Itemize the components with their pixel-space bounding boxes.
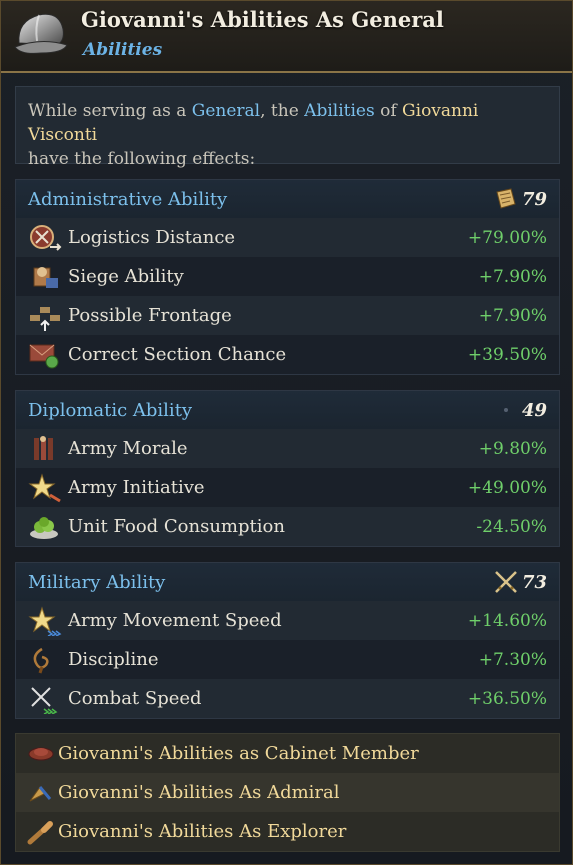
related-links: Giovanni's Abilities as Cabinet Member G… — [15, 733, 560, 852]
morale-icon — [34, 436, 53, 460]
abilities-link[interactable]: Abilities — [304, 101, 375, 121]
intro-part3: of — [374, 101, 403, 121]
row-value: -24.50% — [476, 517, 547, 537]
row-value: +7.30% — [478, 650, 547, 670]
combat-swords-icon — [31, 687, 58, 714]
food-icon — [30, 517, 58, 539]
row-combat-speed: Combat Speed +36.50% — [16, 679, 559, 718]
link-explorer[interactable]: Giovanni's Abilities As Explorer — [16, 812, 559, 851]
row-label: Army Initiative — [68, 477, 205, 498]
row-label: Correct Section Chance — [68, 344, 287, 365]
link-label: Giovanni's Abilities As Explorer — [58, 821, 347, 842]
row-value: +49.00% — [467, 478, 547, 498]
row-value: +79.00% — [467, 228, 547, 248]
section-title: Diplomatic Ability — [28, 400, 193, 421]
movement-star-icon — [28, 606, 62, 636]
row-label: Possible Frontage — [68, 305, 232, 326]
row-logistics-distance: Logistics Distance +79.00% — [16, 218, 559, 257]
row-value: +9.80% — [478, 439, 547, 459]
link-label: Giovanni's Abilities as Cabinet Member — [58, 743, 419, 764]
section-value: 79 — [521, 189, 547, 210]
intro-part2: , the — [260, 101, 305, 121]
section-administrative: Administrative Ability 79 Logistics Dist… — [15, 179, 560, 375]
row-label: Combat Speed — [68, 688, 202, 709]
diplomacy-icon — [504, 408, 508, 412]
admiral-icon — [29, 786, 52, 802]
row-label: Logistics Distance — [68, 227, 236, 248]
logistics-icon — [30, 225, 62, 251]
initiative-star-icon — [28, 473, 61, 503]
row-army-morale: Army Morale +9.80% — [16, 429, 559, 468]
window-title: Giovanni's Abilities As General — [81, 7, 444, 32]
row-siege-ability: Siege Ability +7.90% — [16, 257, 559, 296]
row-correct-section-chance: Correct Section Chance +39.50% — [16, 335, 559, 374]
section-title: Military Ability — [28, 572, 166, 593]
scroll-icon — [496, 188, 516, 209]
section-header: Administrative Ability 79 — [16, 180, 559, 218]
siege-icon — [33, 267, 58, 288]
spyglass-icon — [27, 821, 53, 845]
row-value: +36.50% — [467, 689, 547, 709]
row-value: +7.90% — [478, 306, 547, 326]
section-header: Military Ability 73 — [16, 563, 559, 601]
row-value: +7.90% — [478, 267, 547, 287]
row-value: +14.60% — [467, 611, 547, 631]
row-label: Army Morale — [68, 438, 188, 459]
link-admiral[interactable]: Giovanni's Abilities As Admiral — [16, 773, 559, 812]
row-unit-food-consumption: Unit Food Consumption -24.50% — [16, 507, 559, 546]
general-link[interactable]: General — [192, 101, 260, 121]
row-label: Siege Ability — [68, 266, 184, 287]
whip-icon — [33, 647, 49, 674]
cabinet-hat-icon — [28, 747, 54, 761]
row-discipline: Discipline +7.30% — [16, 640, 559, 679]
intro-text: While serving as a General, the Abilitie… — [15, 86, 560, 169]
row-label: Discipline — [68, 649, 159, 670]
row-label: Unit Food Consumption — [68, 516, 285, 537]
row-value: +39.50% — [467, 345, 547, 365]
window-subtitle: Abilities — [83, 40, 163, 60]
row-possible-frontage: Possible Frontage +7.90% — [16, 296, 559, 335]
frontage-icon — [30, 307, 60, 331]
row-army-initiative: Army Initiative +49.00% — [16, 468, 559, 507]
abilities-window: Giovanni's Abilities As General Abilitie… — [0, 0, 573, 865]
section-title: Administrative Ability — [28, 189, 228, 210]
section-header: Diplomatic Ability 49 — [16, 391, 559, 429]
row-army-movement-speed: Army Movement Speed +14.60% — [16, 601, 559, 640]
crossed-swords-icon — [495, 571, 517, 593]
row-label: Army Movement Speed — [68, 610, 282, 631]
intro-part4: have the following effects: — [28, 149, 256, 169]
link-label: Giovanni's Abilities As Admiral — [58, 782, 340, 803]
section-diplomatic: Diplomatic Ability 49 Army Morale +9.80%… — [15, 390, 560, 547]
section-value: 73 — [521, 572, 547, 593]
helmet-icon — [14, 13, 68, 54]
section-military: Military Ability 73 Army Movement Speed … — [15, 562, 560, 719]
link-cabinet-member[interactable]: Giovanni's Abilities as Cabinet Member — [16, 734, 559, 773]
envelope-icon — [29, 344, 59, 369]
window-header: Giovanni's Abilities As General Abilitie… — [1, 1, 572, 73]
intro-part1: While serving as a — [28, 101, 192, 121]
section-value: 49 — [521, 400, 547, 421]
